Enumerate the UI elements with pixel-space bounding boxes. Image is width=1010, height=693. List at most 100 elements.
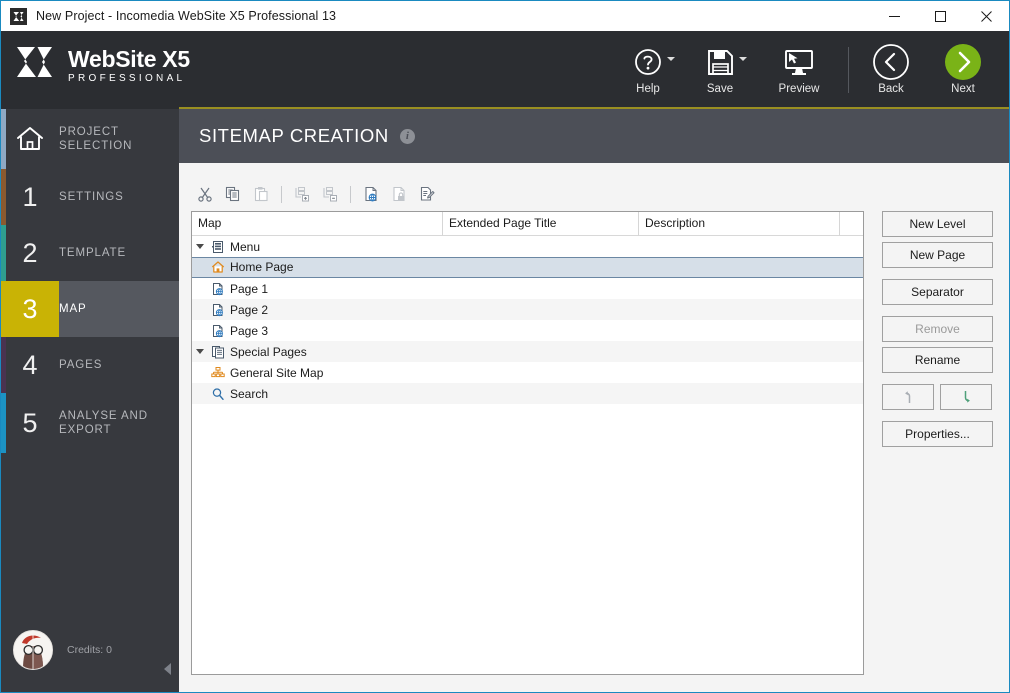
chevron-left-icon[interactable] [164,663,171,675]
save-label: Save [706,83,734,95]
brand-subtitle: PROFESSIONAL [68,73,186,84]
tree-row-label: General Site Map [230,365,324,380]
credits-area[interactable]: Credits: 0 [1,630,179,670]
home-icon [1,125,59,153]
sitemap-editor: Map Extended Page Title Description Menu… [179,163,1009,692]
arrow-redo-icon [964,391,970,403]
move-buttons [882,384,993,410]
sidebar-label: MAP [59,303,87,315]
properties-button[interactable]: Properties... [882,421,993,447]
sidebar-step-number: 4 [22,349,38,380]
maximize-button[interactable] [917,1,963,31]
chevron-down-icon[interactable] [192,349,208,354]
menu-list-icon [208,240,228,254]
sidebar-accent [1,169,6,225]
web-page-icon [208,282,228,296]
window-title: New Project - Incomedia WebSite X5 Profe… [36,9,337,23]
chevron-down-icon[interactable] [192,244,208,249]
page-web-button[interactable] [359,182,383,206]
separator-button[interactable]: Separator [882,279,993,305]
column-header-extended-page-title[interactable]: Extended Page Title [442,212,638,236]
sidebar-item-template[interactable]: 2 TEMPLATE [1,225,179,281]
special-pages-icon [208,345,228,359]
page-title: SITEMAP CREATION [199,125,389,146]
rename-button[interactable]: Rename [882,347,993,373]
toolbar-divider [848,47,849,93]
brand-logo: WebSite X5 PROFESSIONAL [15,43,190,87]
close-button[interactable] [963,1,1009,31]
sitemap-icon [208,366,228,380]
page-edit-button[interactable] [415,182,439,206]
selection-highlight [218,258,842,277]
sidebar-item-map[interactable]: 3 MAP [1,281,179,337]
tree-row-page-1[interactable]: Page 1 [192,278,863,299]
user-avatar-icon[interactable] [13,630,53,670]
paste-button [249,182,273,206]
move-up-button[interactable] [882,384,934,410]
help-label: Help [636,83,660,95]
sidebar-item-settings[interactable]: 1 SETTINGS [1,169,179,225]
tree-row-label: Page 1 [230,281,269,296]
help-button[interactable]: Help [612,31,684,109]
save-button[interactable]: Save [684,31,756,109]
question-circle-icon [633,45,663,79]
tree-row-page-3[interactable]: Page 3 [192,320,863,341]
chevron-right-circle-icon [943,44,983,80]
back-button[interactable]: Back [855,31,927,109]
sidebar-label: TEMPLATE [59,247,127,259]
tree-row-home-page[interactable]: Home Page [192,257,863,278]
tree-header-row: Map Extended Page Title Description [192,212,863,236]
sidebar-accent [1,109,6,169]
cut-button[interactable] [193,182,217,206]
chevron-down-icon[interactable] [739,57,747,61]
preview-button[interactable]: Preview [756,31,842,109]
sidebar-step-number: 3 [22,293,38,324]
page-protected-button [387,182,411,206]
expand-level-button [290,182,314,206]
sidebar-item-project-selection[interactable]: PROJECT SELECTION [1,109,179,169]
search-icon [208,387,228,401]
column-header-description[interactable]: Description [638,212,839,236]
copy-button[interactable] [221,182,245,206]
info-icon[interactable]: i [399,128,415,144]
new-page-button[interactable]: New Page [882,242,993,268]
new-level-button[interactable]: New Level [882,211,993,237]
floppy-disk-icon [707,45,734,79]
credits-label: Credits: 0 [67,644,112,656]
tree-rows: Menu Home Page Page 1 Page 2 Page 3 Spec… [192,236,863,404]
column-header-map[interactable]: Map [192,212,442,236]
sidebar-step-number: 1 [22,181,38,212]
chevron-down-icon[interactable] [667,57,675,61]
top-bar: WebSite X5 PROFESSIONAL Help Save Previe… [1,31,1009,109]
sidebar-label: PAGES [59,359,103,371]
column-header-extra[interactable] [839,212,862,236]
monitor-cursor-icon [784,45,814,79]
tree-row-special-pages[interactable]: Special Pages [192,341,863,362]
brand-text: WebSite X5 PROFESSIONAL [68,46,190,84]
title-bar: New Project - Incomedia WebSite X5 Profe… [1,1,1009,31]
next-label: Next [951,83,975,95]
home-page-icon [208,260,228,274]
sitemap-tree-panel: Map Extended Page Title Description Menu… [191,211,864,675]
tree-row-search[interactable]: Search [192,383,863,404]
toolbar-divider [281,185,282,203]
sidebar-item-analyse-and-export[interactable]: 5 ANALYSE AND EXPORT [1,393,179,453]
sidebar-step-number: 2 [22,237,38,268]
web-page-icon [208,303,228,317]
sitemap-actions: New Level New Page Separator Remove Rena… [882,211,993,447]
x5-brand-icon [15,43,55,87]
edit-toolbar [193,181,439,207]
minimize-button[interactable] [871,1,917,31]
chevron-left-circle-icon [872,44,910,80]
x5-logo-icon [10,7,27,25]
next-button[interactable]: Next [927,31,999,109]
sidebar-item-pages[interactable]: 4 PAGES [1,337,179,393]
toolbar-divider [350,185,351,203]
remove-button[interactable]: Remove [882,316,993,342]
arrow-undo-icon [904,391,910,403]
move-down-button[interactable] [940,384,992,410]
sidebar-label: PROJECT SELECTION [59,126,133,152]
tree-row-page-2[interactable]: Page 2 [192,299,863,320]
tree-row-menu[interactable]: Menu [192,236,863,257]
tree-row-general-site-map[interactable]: General Site Map [192,362,863,383]
